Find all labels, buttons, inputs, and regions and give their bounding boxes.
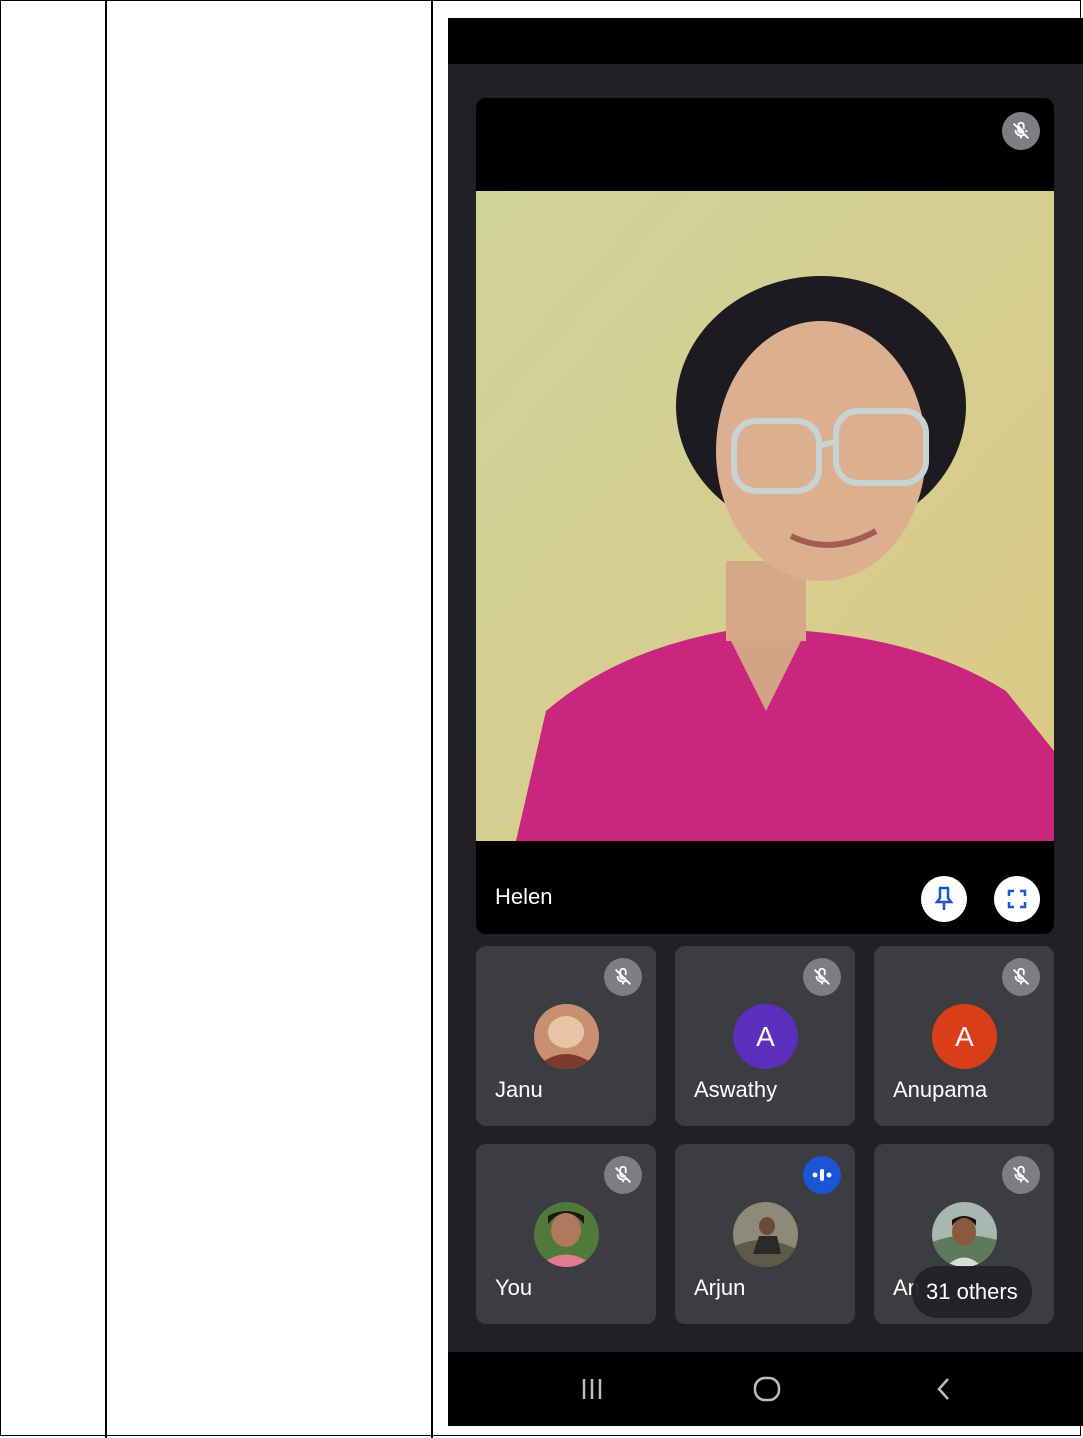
participant-name: Janu bbox=[495, 1077, 543, 1102]
main-participant-tile[interactable]: Helen bbox=[476, 98, 1054, 934]
mic-off-icon bbox=[1002, 112, 1040, 150]
main-participant-name: Helen bbox=[495, 884, 553, 909]
mic-off-icon bbox=[604, 958, 642, 996]
pin-button[interactable] bbox=[921, 876, 967, 922]
participant-name: Aswathy bbox=[694, 1077, 778, 1102]
participant-name: Arjun bbox=[694, 1275, 746, 1300]
others-count-badge[interactable]: 31 others bbox=[912, 1266, 1032, 1318]
participant-video bbox=[476, 191, 1054, 841]
participant-tile[interactable]: An 31 others bbox=[874, 1144, 1054, 1324]
fullscreen-icon bbox=[1007, 889, 1027, 909]
avatar bbox=[534, 1004, 599, 1069]
column-divider bbox=[105, 0, 107, 1438]
avatar bbox=[733, 1202, 798, 1267]
avatar: A bbox=[733, 1004, 798, 1069]
participant-tile[interactable]: A Aswathy bbox=[675, 946, 855, 1126]
pin-icon bbox=[934, 886, 954, 910]
back-icon[interactable] bbox=[934, 1376, 954, 1402]
column-divider bbox=[431, 0, 433, 1438]
status-bar bbox=[448, 18, 1083, 64]
participant-tile[interactable]: Janu bbox=[476, 946, 656, 1126]
mic-off-icon bbox=[803, 958, 841, 996]
home-icon[interactable] bbox=[752, 1374, 782, 1404]
fullscreen-button[interactable] bbox=[994, 876, 1040, 922]
avatar bbox=[534, 1202, 599, 1267]
participant-name: You bbox=[495, 1275, 533, 1300]
mic-off-icon bbox=[1002, 958, 1040, 996]
avatar: A bbox=[932, 1004, 997, 1069]
system-navigation-bar bbox=[448, 1352, 1083, 1426]
mic-off-icon bbox=[1002, 1156, 1040, 1194]
meet-call-screen: Helen Janu A Aswathy A Anupama You Arjun… bbox=[448, 18, 1083, 1426]
speaking-icon bbox=[803, 1156, 841, 1194]
participant-tile[interactable]: You bbox=[476, 1144, 656, 1324]
participant-tile[interactable]: A Anupama bbox=[874, 946, 1054, 1126]
participant-name: Anupama bbox=[893, 1077, 988, 1102]
recent-apps-icon[interactable] bbox=[580, 1376, 604, 1402]
avatar bbox=[932, 1202, 997, 1267]
mic-off-icon bbox=[604, 1156, 642, 1194]
participant-tile[interactable]: Arjun bbox=[675, 1144, 855, 1324]
